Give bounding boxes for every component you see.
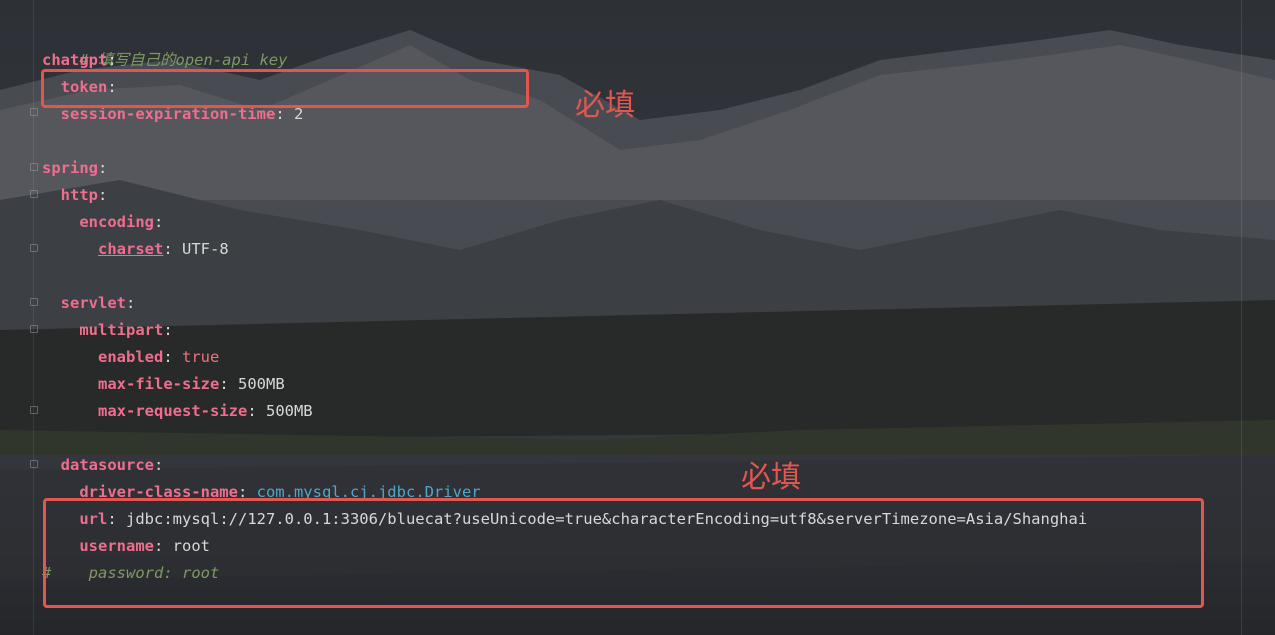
yaml-colon: : bbox=[247, 402, 266, 420]
annotation-box-token bbox=[41, 69, 529, 108]
yaml-key: enabled bbox=[98, 348, 164, 366]
yaml-colon: : bbox=[154, 456, 164, 474]
yaml-key: chatgpt bbox=[42, 51, 108, 69]
fold-marker-icon[interactable] bbox=[30, 108, 38, 116]
yaml-colon: : bbox=[107, 51, 117, 69]
code-line-servlet[interactable]: servlet: bbox=[42, 290, 136, 317]
annotation-label-required: 必填 bbox=[575, 88, 635, 123]
code-line-max-request-size[interactable]: max-request-size: 500MB bbox=[42, 398, 313, 425]
code-line-max-file-size[interactable]: max-file-size: 500MB bbox=[42, 371, 285, 398]
yaml-key: http bbox=[60, 186, 98, 204]
yaml-key: datasource bbox=[60, 456, 154, 474]
annotation-label-required: 必填 bbox=[741, 460, 801, 495]
yaml-key: encoding bbox=[79, 213, 154, 231]
fold-marker-icon[interactable] bbox=[30, 190, 38, 198]
yaml-key: multipart bbox=[79, 321, 164, 339]
fold-marker-icon[interactable] bbox=[30, 298, 38, 306]
yaml-colon: : bbox=[126, 294, 136, 312]
yaml-key: charset bbox=[98, 240, 164, 258]
fold-marker-icon[interactable] bbox=[30, 406, 38, 414]
code-line-spring[interactable]: spring: bbox=[42, 155, 107, 182]
code-line-enabled[interactable]: enabled: true bbox=[42, 344, 219, 371]
code-line-encoding[interactable]: encoding: bbox=[42, 209, 163, 236]
right-margin-guide bbox=[1241, 0, 1242, 635]
code-line-http[interactable]: http: bbox=[42, 182, 108, 209]
yaml-colon: : bbox=[98, 159, 108, 177]
fold-marker-icon[interactable] bbox=[30, 163, 38, 171]
yaml-colon: : bbox=[163, 348, 182, 366]
yaml-key: servlet bbox=[60, 294, 126, 312]
yaml-colon: : bbox=[163, 321, 173, 339]
code-line-datasource[interactable]: datasource: bbox=[42, 452, 164, 479]
code-line-comment-top[interactable]: # 填写自己的open-api key bbox=[42, 20, 287, 69]
yaml-value: UTF-8 bbox=[182, 240, 229, 258]
code-line-charset[interactable]: charset: UTF-8 bbox=[42, 236, 229, 263]
code-line-multipart[interactable]: multipart: bbox=[42, 317, 173, 344]
annotation-box-datasource bbox=[43, 498, 1204, 608]
yaml-colon: : bbox=[219, 375, 238, 393]
yaml-value: 500MB bbox=[238, 375, 285, 393]
gutter-divider bbox=[33, 0, 34, 635]
yaml-key: max-request-size bbox=[98, 402, 248, 420]
yaml-key: max-file-size bbox=[98, 375, 220, 393]
yaml-colon: : bbox=[98, 186, 108, 204]
yaml-colon: : bbox=[163, 240, 182, 258]
yaml-value: 500MB bbox=[265, 402, 313, 420]
fold-marker-icon[interactable] bbox=[30, 460, 38, 468]
yaml-value: true bbox=[182, 348, 220, 366]
yaml-colon: : bbox=[153, 213, 164, 231]
yaml-key: spring bbox=[42, 159, 98, 177]
fold-marker-icon[interactable] bbox=[30, 325, 38, 333]
fold-marker-icon[interactable] bbox=[30, 244, 38, 252]
